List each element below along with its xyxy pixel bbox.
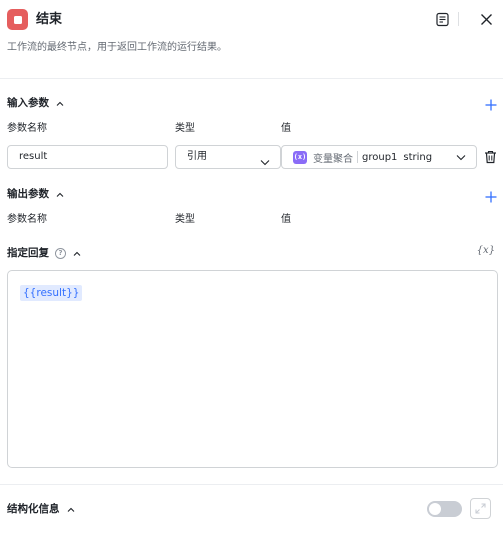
plus-icon [485,191,497,203]
delete-param-button[interactable] [484,149,498,165]
output-params-title: 输出参数 [7,188,49,200]
input-col-name: 参数名称 [7,123,47,134]
chevron-up-icon[interactable] [55,98,65,108]
input-col-type: 类型 [175,123,195,134]
node-title: 结束 [36,12,63,27]
chevron-up-icon[interactable] [55,189,65,199]
input-col-value: 值 [281,123,291,134]
output-col-name: 参数名称 [7,214,47,225]
param-name-input[interactable]: result [7,145,168,169]
trash-icon [485,150,496,164]
notes-icon [435,12,449,26]
header-divider [0,78,503,79]
insert-variable-button[interactable]: {x} [477,245,495,256]
variable-token[interactable]: {{result}} [20,285,83,301]
toggle-knob [429,503,441,515]
input-params-section: 输入参数 [7,96,65,110]
footer-divider [0,484,503,485]
add-output-button[interactable] [484,190,498,204]
input-params-title: 输入参数 [7,97,49,109]
chevron-up-icon[interactable] [72,248,82,258]
chevron-down-icon [260,153,270,175]
structured-info-title: 结构化信息 [7,503,60,515]
close-button[interactable] [477,10,495,28]
param-type-value: 引用 [187,151,207,162]
param-value-reference-select[interactable]: (x) 变量聚合 group1 string [281,145,477,169]
expand-icon [475,503,486,514]
notes-button[interactable] [433,10,451,28]
output-col-value: 值 [281,214,291,225]
output-col-type: 类型 [175,214,195,225]
node-description: 工作流的最终节点，用于返回工作流的运行结果。 [7,42,227,53]
ref-variable-type: string [403,151,433,163]
end-node-icon [7,9,28,30]
plus-icon [485,99,497,111]
structured-info-section: 结构化信息 [7,502,76,516]
help-icon[interactable]: ? [55,247,66,259]
header-separator [458,12,459,26]
output-params-section: 输出参数 [7,187,65,201]
expand-button[interactable] [470,498,491,519]
structured-info-toggle[interactable] [427,501,462,517]
ref-separator [357,151,358,163]
reply-content-editor[interactable]: {{result}} [7,270,498,468]
reply-title: 指定回复 [7,247,49,259]
reply-section: 指定回复 ? [7,246,82,260]
variable-node-icon: (x) [293,150,307,164]
ref-variable-name: group1 [362,151,398,163]
ref-node-name: 变量聚合 [313,153,353,165]
add-input-button[interactable] [484,98,498,112]
chevron-up-icon[interactable] [66,504,76,514]
param-type-select[interactable]: 引用 [175,145,281,169]
chevron-down-icon [456,153,466,164]
close-icon [480,13,492,25]
